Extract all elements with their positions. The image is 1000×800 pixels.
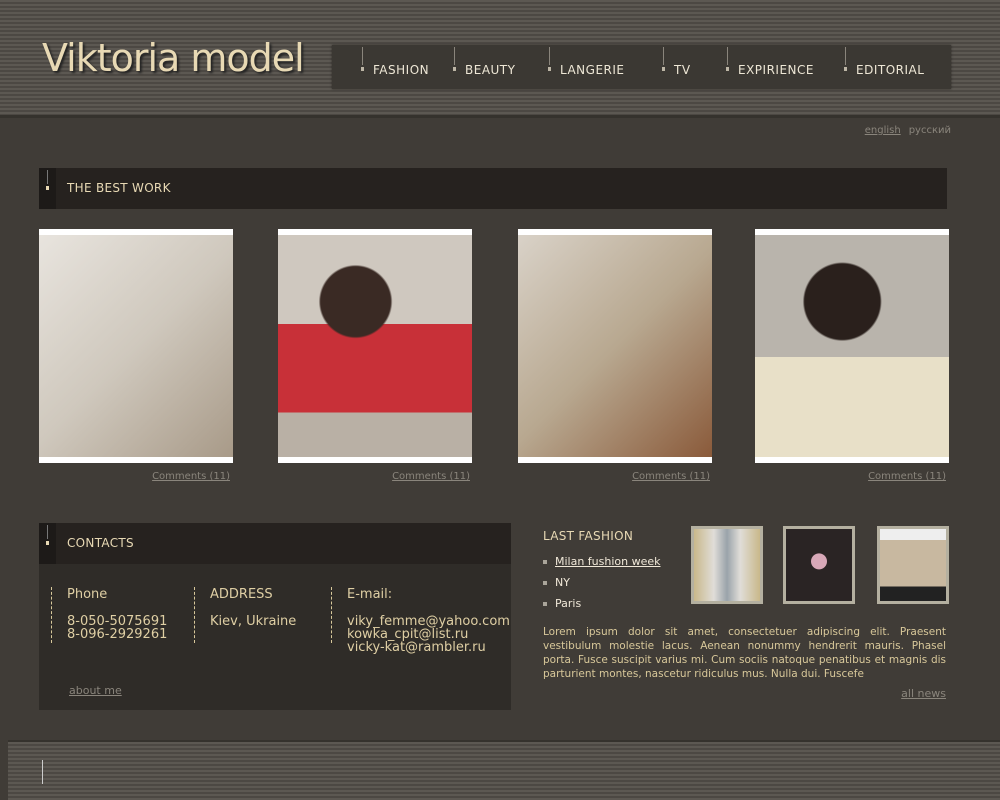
news-thumb-2[interactable] <box>783 526 855 604</box>
photo-4[interactable] <box>755 229 949 463</box>
bullet-icon <box>39 523 56 564</box>
best-work-title: THE BEST WORK <box>67 181 171 195</box>
photo-2[interactable] <box>278 229 472 463</box>
address-value: Kiev, Ukraine <box>210 614 297 629</box>
phone-label: Phone <box>67 587 108 602</box>
news-item-milan[interactable]: Milan fushion week <box>543 555 661 568</box>
comments-link-2[interactable]: Comments (11) <box>276 471 470 482</box>
address-label: ADDRESS <box>210 587 273 602</box>
nav-langerie[interactable]: LANGERIE <box>548 47 625 77</box>
news-text: Lorem ipsum dolor sit amet, consectetuer… <box>543 626 946 680</box>
news-item-paris[interactable]: Paris <box>542 597 581 610</box>
nav-tv[interactable]: TV <box>662 47 691 77</box>
phone-2: 8-096-2929261 <box>67 627 168 642</box>
contacts-header: CONTACTS <box>39 523 511 564</box>
about-me-link[interactable]: about me <box>69 684 122 697</box>
main-nav: FASHION BEAUTY LANGERIE TV EXPIRIENCE ED… <box>332 45 951 89</box>
last-fashion-title: LAST FASHION <box>543 529 634 543</box>
nav-fashion[interactable]: FASHION <box>361 47 429 77</box>
lang-english[interactable]: english <box>865 125 901 136</box>
logo[interactable]: Viktoria model <box>42 36 305 80</box>
nav-editorial[interactable]: EDITORIAL <box>844 47 924 77</box>
news-item-ny[interactable]: NY <box>543 576 570 589</box>
nav-beauty[interactable]: BEAUTY <box>453 47 515 77</box>
news-thumb-1[interactable] <box>691 526 763 604</box>
contacts-title: CONTACTS <box>67 536 134 550</box>
photo-3[interactable] <box>518 229 712 463</box>
news-thumb-3[interactable] <box>877 526 949 604</box>
comments-link-3[interactable]: Comments (11) <box>516 471 710 482</box>
email-3[interactable]: vicky-kat@rambler.ru <box>347 641 510 654</box>
footer <box>8 740 1000 800</box>
email-column: E-mail: viky_femme@yahoo.com kowka_cpit@l… <box>331 587 510 654</box>
best-work-header: THE BEST WORK <box>39 168 947 209</box>
bullet-icon <box>39 168 56 209</box>
phone-column: Phone 8-050-5075691 8-096-2929261 <box>51 587 167 643</box>
contacts-panel: CONTACTS Phone 8-050-5075691 8-096-292926… <box>39 523 511 710</box>
comments-link-4[interactable]: Comments (11) <box>752 471 946 482</box>
footer-divider <box>42 760 43 784</box>
photo-1[interactable] <box>39 229 233 463</box>
lang-russian[interactable]: русский <box>909 125 951 136</box>
language-switch: english русский <box>865 125 951 136</box>
address-column: ADDRESS Kiev, Ukraine <box>194 587 296 643</box>
nav-expirience[interactable]: EXPIRIENCE <box>726 47 814 77</box>
comments-link-1[interactable]: Comments (11) <box>36 471 230 482</box>
email-label: E-mail: <box>347 587 393 602</box>
header: Viktoria model FASHION BEAUTY LANGERIE T… <box>0 0 1000 118</box>
all-news-link[interactable]: all news <box>901 687 946 700</box>
